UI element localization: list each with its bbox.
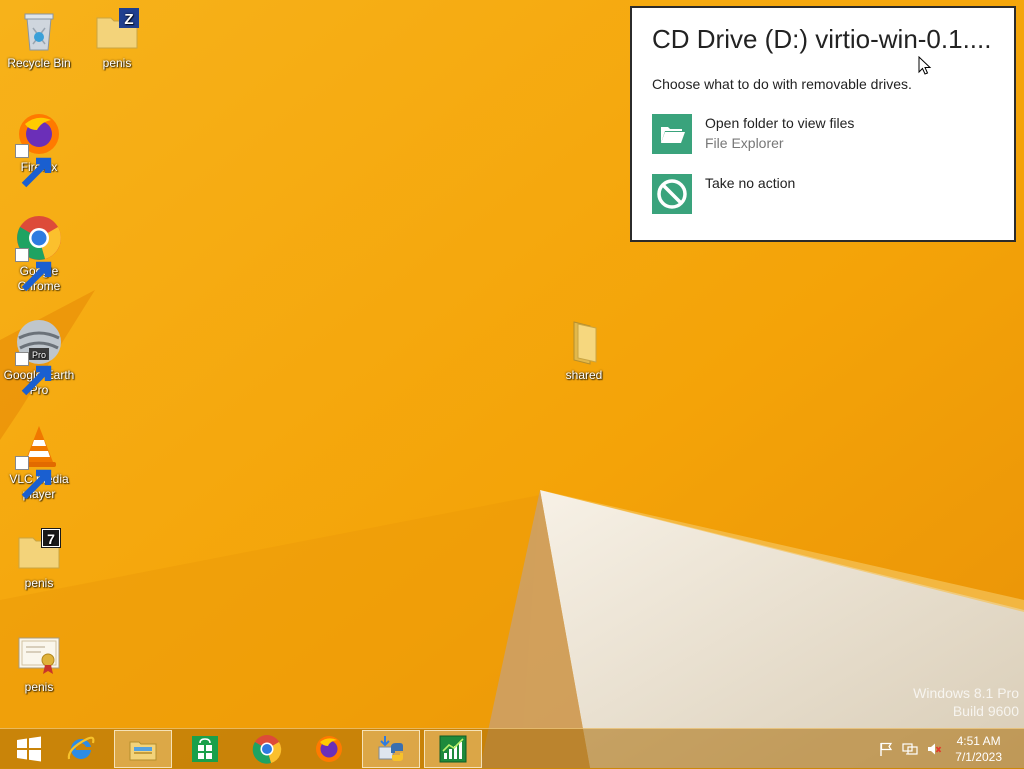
shortcut-arrow-icon <box>15 248 52 292</box>
taskbar-file-explorer[interactable] <box>114 730 172 768</box>
desktop-icon-label: penis <box>102 56 132 70</box>
option-open-folder[interactable]: Open folder to view files File Explorer <box>652 114 992 158</box>
mouse-cursor-icon <box>918 56 932 75</box>
chrome-icon <box>252 735 282 764</box>
desktop-icon-google-earth-pro[interactable]: Pro Google Earth Pro <box>1 318 77 398</box>
shortcut-arrow-icon <box>15 352 52 396</box>
clock-date: 7/1/2023 <box>955 750 1002 764</box>
watermark-edition: Windows 8.1 Pro <box>913 685 1019 701</box>
desktop-icon-recycle-bin[interactable]: Recycle Bin <box>1 6 77 71</box>
autoplay-subtitle: Choose what to do with removable drives. <box>652 76 912 92</box>
store-icon <box>192 736 218 762</box>
option-take-no-action-label: Take no action <box>705 175 796 191</box>
chrome-icon <box>15 214 63 292</box>
taskbar-store[interactable] <box>176 730 234 768</box>
shortcut-arrow-icon <box>15 456 52 500</box>
option-open-folder-sublabel: File Explorer <box>705 135 784 151</box>
desktop-icon-label: penis <box>24 576 54 590</box>
open-folder-icon <box>652 114 692 154</box>
desktop-icon-zip-folder[interactable]: Z penis <box>79 6 155 71</box>
7zip-badge: 7 <box>47 531 55 547</box>
recycle-bin-icon <box>15 6 63 54</box>
folder-icon <box>560 318 608 366</box>
taskbar-chrome[interactable] <box>238 730 296 768</box>
vlc-icon <box>15 422 63 500</box>
action-center-flag-icon[interactable] <box>878 741 894 757</box>
file-explorer-icon <box>129 741 157 761</box>
desktop-icon-label: shared <box>565 368 603 382</box>
desktop-icon-7zip-folder[interactable]: 7 penis <box>1 526 77 591</box>
shortcut-arrow-icon <box>15 144 52 188</box>
python-setup-icon <box>378 736 403 761</box>
desktop-icon-chrome[interactable]: Google Chrome <box>1 214 77 294</box>
google-earth-icon: Pro <box>15 318 63 396</box>
taskbar-task-manager[interactable] <box>424 730 482 768</box>
firefox-icon <box>316 736 342 762</box>
desktop-icon-shared-folder[interactable]: shared <box>546 318 622 383</box>
option-take-no-action[interactable]: Take no action <box>652 174 992 218</box>
no-action-icon <box>652 174 692 214</box>
7zip-folder-icon: 7 <box>15 526 63 574</box>
desktop-icon-firefox[interactable]: Firefox <box>1 110 77 188</box>
taskbar: 4:51 AM 7/1/2023 <box>0 728 1024 769</box>
zip-folder-icon: Z <box>93 6 141 54</box>
volume-muted-icon[interactable] <box>926 741 942 757</box>
certificate-icon <box>15 630 63 678</box>
desktop-icon-vlc[interactable]: VLC media player <box>1 422 77 502</box>
taskbar-firefox[interactable] <box>300 730 358 768</box>
system-tray: 4:51 AM 7/1/2023 <box>864 729 1024 769</box>
windows-watermark: Windows 8.1 Pro Build 9600 <box>913 684 1019 720</box>
ie-icon <box>67 736 95 760</box>
desktop-icon-label: Recycle Bin <box>7 56 71 70</box>
autoplay-title: CD Drive (D:) virtio-win-0.1.... <box>652 24 992 54</box>
taskbar-python-installer[interactable] <box>362 730 420 768</box>
taskbar-clock[interactable]: 4:51 AM 7/1/2023 <box>955 733 1002 765</box>
network-icon[interactable] <box>902 741 918 757</box>
option-open-folder-label: Open folder to view files <box>705 115 855 131</box>
task-manager-icon <box>439 735 467 763</box>
watermark-build: Build 9600 <box>952 703 1019 719</box>
taskbar-internet-explorer[interactable] <box>52 730 110 768</box>
start-button[interactable] <box>0 730 58 768</box>
autoplay-dialog[interactable]: CD Drive (D:) virtio-win-0.1.... Choose … <box>630 6 1016 242</box>
svg-text:Z: Z <box>124 11 133 28</box>
desktop-icon-certificate[interactable]: penis <box>1 630 77 695</box>
desktop-icon-label: penis <box>24 680 54 694</box>
clock-time: 4:51 AM <box>956 734 1001 748</box>
firefox-icon <box>15 110 63 188</box>
windows-logo-icon <box>17 736 41 762</box>
